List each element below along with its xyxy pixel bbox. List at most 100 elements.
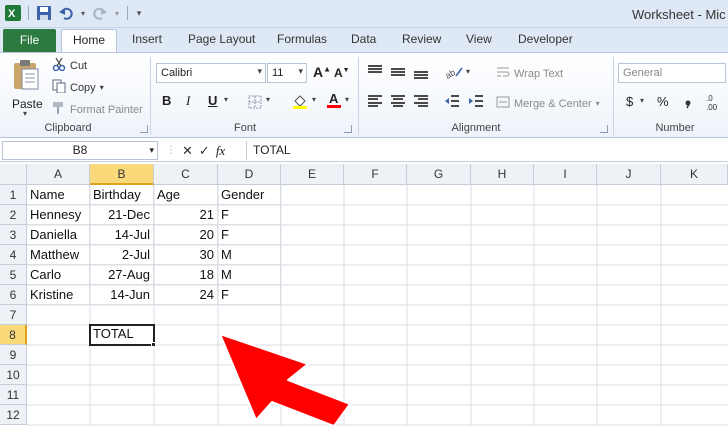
cell-d3[interactable]: F [218,225,281,245]
grow-font-icon[interactable]: A▲ [313,64,331,80]
bold-button[interactable]: B [162,93,171,108]
name-box[interactable]: B8 ▾ [2,141,158,160]
save-icon[interactable] [35,4,53,22]
cell-b5[interactable]: 27-Aug [90,265,154,285]
undo-dropdown-icon[interactable]: ▾ [79,4,87,22]
tab-developer[interactable]: Developer [518,32,573,46]
orientation-dropdown-icon[interactable]: ▾ [466,67,470,76]
cell-d6[interactable]: F [218,285,281,305]
column-header-c[interactable]: C [154,164,218,185]
insert-function-icon[interactable]: fx [216,143,225,159]
redo-icon[interactable] [91,4,109,22]
font-color-dropdown-icon[interactable]: ▾ [345,95,349,104]
wrap-text-button[interactable]: Wrap Text [496,65,563,82]
row-header-8[interactable]: 8 [0,325,27,345]
cancel-entry-icon[interactable]: ✕ [182,143,193,159]
row-header-12[interactable]: 12 [0,405,27,425]
currency-button[interactable]: $ [626,94,633,109]
comma-style-icon[interactable] [684,97,692,112]
row-header-2[interactable]: 2 [0,205,27,225]
column-header-e[interactable]: E [281,164,344,185]
align-middle-icon[interactable] [391,68,405,76]
column-header-d[interactable]: D [218,164,281,185]
column-header-k[interactable]: K [661,164,728,185]
tab-home[interactable]: Home [61,29,117,53]
percent-button[interactable]: % [657,94,669,109]
cell-b6[interactable]: 14-Jun [90,285,154,305]
row-header-10[interactable]: 10 [0,365,27,385]
row-header-9[interactable]: 9 [0,345,27,365]
font-size-select[interactable]: 11 ▾ [267,63,307,83]
cell-c4[interactable]: 30 [154,245,218,265]
tab-formulas[interactable]: Formulas [277,32,327,46]
currency-dropdown-icon[interactable]: ▾ [640,96,644,105]
column-header-a[interactable]: A [27,164,90,185]
borders-dropdown-icon[interactable]: ▾ [266,95,270,104]
row-header-6[interactable]: 6 [0,285,27,305]
merge-center-button[interactable]: Merge & Center ▾ [496,95,600,112]
resize-handle-icon[interactable]: ⋮ [166,145,176,156]
column-header-j[interactable]: J [597,164,661,185]
row-header-11[interactable]: 11 [0,385,27,405]
cell-a4[interactable]: Matthew [27,245,90,265]
row-header-1[interactable]: 1 [0,185,27,205]
row-header-3[interactable]: 3 [0,225,27,245]
formula-input[interactable]: TOTAL [246,141,726,160]
fill-color-icon[interactable] [292,93,308,112]
align-left-icon[interactable] [368,95,382,107]
align-center-icon[interactable] [391,95,405,107]
undo-icon[interactable] [57,4,75,22]
column-header-i[interactable]: I [534,164,597,185]
cell-b1[interactable]: Birthday [90,185,154,205]
cell-b8-active[interactable]: TOTAL [89,324,155,346]
align-right-icon[interactable] [414,95,428,107]
cell-a1[interactable]: Name [27,185,90,205]
column-header-b[interactable]: B [90,164,154,185]
cut-button[interactable]: Cut [52,57,87,74]
number-format-select[interactable]: General [618,63,726,83]
underline-button[interactable]: U [208,93,217,108]
copy-button[interactable]: Copy ▾ [52,79,104,96]
cell-d4[interactable]: M [218,245,281,265]
cell-a6[interactable]: Kristine [27,285,90,305]
cell-c5[interactable]: 18 [154,265,218,285]
select-all-corner[interactable] [0,164,27,185]
customize-toolbar-icon[interactable]: ▾ [134,4,144,22]
cell-d1[interactable]: Gender [218,185,281,205]
borders-icon[interactable] [248,95,262,112]
cell-c2[interactable]: 21 [154,205,218,225]
row-header-7[interactable]: 7 [0,305,27,325]
cell-b4[interactable]: 2-Jul [90,245,154,265]
row-header-4[interactable]: 4 [0,245,27,265]
tab-review[interactable]: Review [402,32,441,46]
column-header-f[interactable]: F [344,164,407,185]
clipboard-launcher-icon[interactable] [140,125,148,133]
redo-dropdown-icon[interactable]: ▾ [113,4,121,22]
shrink-font-icon[interactable]: A▼ [334,66,350,80]
alignment-launcher-icon[interactable] [600,125,608,133]
orientation-icon[interactable]: ab [443,63,464,82]
paste-button[interactable]: Paste ▾ [8,57,44,118]
cell-a3[interactable]: Daniella [27,225,90,245]
font-name-select[interactable]: Calibri ▾ [156,63,266,83]
format-painter-button[interactable]: Format Painter [52,101,143,118]
fill-handle[interactable] [151,342,156,347]
cell-a2[interactable]: Hennesy [27,205,90,225]
tab-data[interactable]: Data [351,32,376,46]
tab-view[interactable]: View [466,32,492,46]
tab-page-layout[interactable]: Page Layout [188,32,255,46]
cell-d5[interactable]: M [218,265,281,285]
fill-color-dropdown-icon[interactable]: ▾ [312,95,316,104]
underline-dropdown-icon[interactable]: ▾ [224,95,228,104]
font-launcher-icon[interactable] [344,125,352,133]
column-header-g[interactable]: G [407,164,471,185]
align-bottom-icon[interactable] [414,71,428,79]
cell-b2[interactable]: 21-Dec [90,205,154,225]
align-top-icon[interactable] [368,65,382,73]
font-color-icon[interactable]: A [326,91,342,112]
decrease-indent-icon[interactable] [444,94,460,111]
cell-c3[interactable]: 20 [154,225,218,245]
cell-c6[interactable]: 24 [154,285,218,305]
italic-button[interactable]: I [186,93,190,109]
row-header-5[interactable]: 5 [0,265,27,285]
